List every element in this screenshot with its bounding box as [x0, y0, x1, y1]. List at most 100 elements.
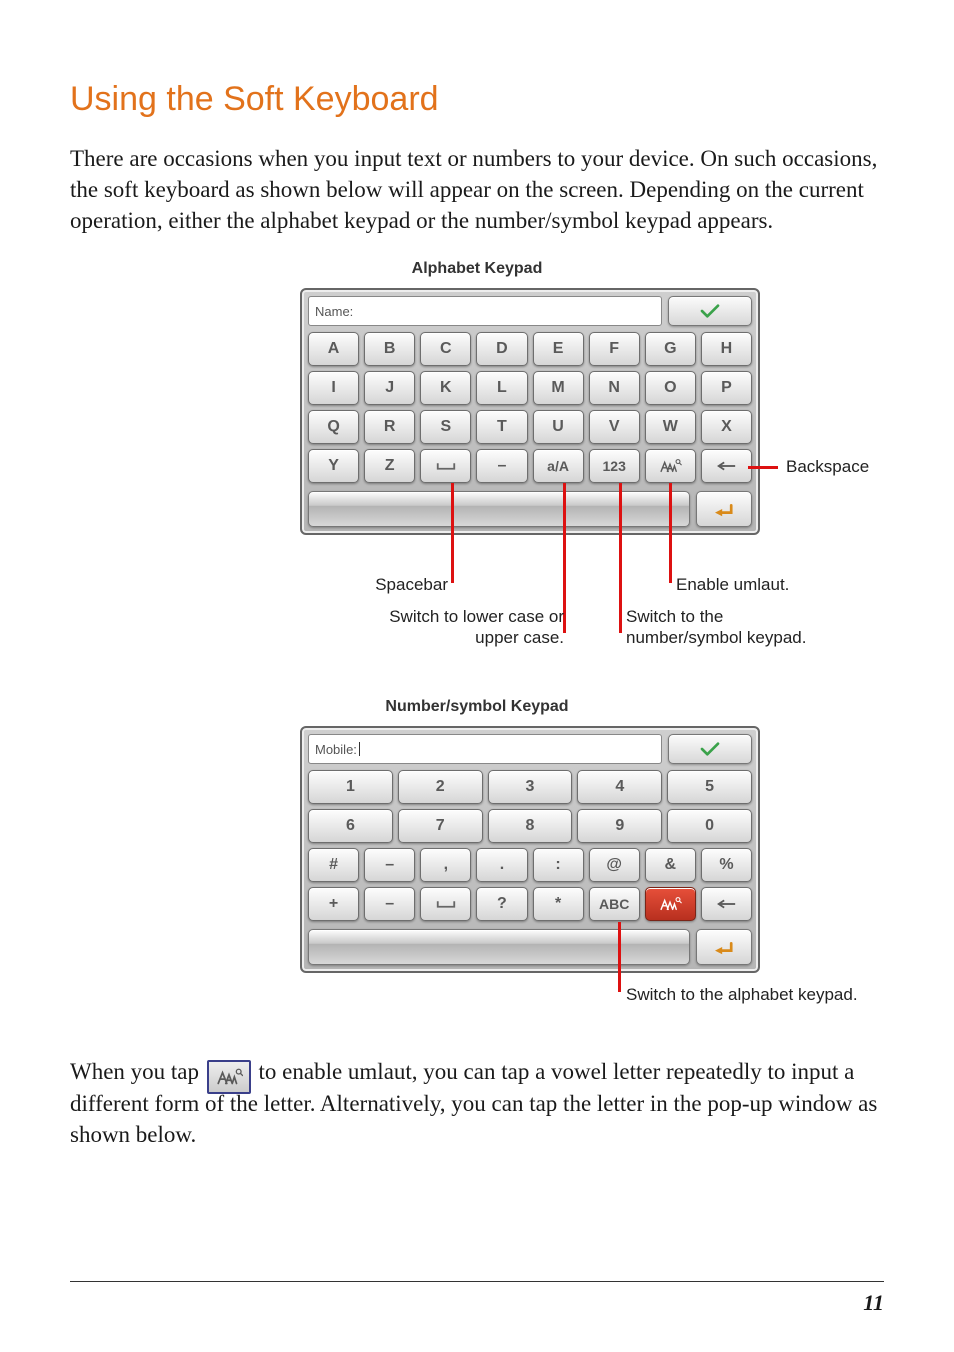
key-z[interactable]: Z — [364, 449, 415, 483]
name-input[interactable]: Name: — [308, 296, 662, 326]
key-d[interactable]: D — [476, 332, 527, 366]
key-minus[interactable]: – — [364, 887, 415, 921]
key-l[interactable]: L — [476, 371, 527, 405]
key-3[interactable]: 3 — [488, 770, 573, 804]
key-umlaut[interactable] — [645, 449, 696, 483]
undo-button[interactable] — [696, 491, 752, 527]
key-x[interactable]: X — [701, 410, 752, 444]
undo-button[interactable] — [696, 929, 752, 965]
key-ampersand[interactable]: & — [645, 848, 696, 882]
key-colon[interactable]: : — [533, 848, 584, 882]
trailing-paragraph: When you tap to enable umlaut, you can t… — [70, 1056, 884, 1150]
key-switch-alpha[interactable]: ABC — [589, 887, 640, 921]
confirm-button[interactable] — [668, 296, 752, 326]
key-comma[interactable]: , — [420, 848, 471, 882]
trailing-pre: When you tap — [70, 1059, 205, 1084]
key-h[interactable]: H — [701, 332, 752, 366]
check-icon — [699, 303, 721, 319]
key-question[interactable]: ? — [476, 887, 527, 921]
callout-line — [619, 483, 622, 633]
key-f[interactable]: F — [589, 332, 640, 366]
mobile-input[interactable]: Mobile: — [308, 734, 662, 764]
key-percent[interactable]: % — [701, 848, 752, 882]
key-1[interactable]: 1 — [308, 770, 393, 804]
key-backspace[interactable] — [701, 887, 752, 921]
caption-numsym: Number/symbol Keypad — [70, 698, 884, 716]
key-m[interactable]: M — [533, 371, 584, 405]
key-dash[interactable]: – — [476, 449, 527, 483]
key-6[interactable]: 6 — [308, 809, 393, 843]
name-input-label: Name: — [315, 304, 353, 319]
callout-line — [669, 483, 672, 583]
key-g[interactable]: G — [645, 332, 696, 366]
key-y[interactable]: Y — [308, 449, 359, 483]
space-icon — [435, 898, 457, 910]
callout-line — [748, 466, 778, 469]
key-i[interactable]: I — [308, 371, 359, 405]
key-p[interactable]: P — [701, 371, 752, 405]
key-space[interactable] — [420, 449, 471, 483]
footer-rule — [70, 1281, 884, 1282]
callout-line — [618, 922, 621, 992]
key-k[interactable]: K — [420, 371, 471, 405]
check-icon — [699, 741, 721, 757]
key-a[interactable]: A — [308, 332, 359, 366]
callout-spacebar: Spacebar — [358, 574, 448, 595]
undo-arrow-icon — [711, 938, 737, 956]
alphabet-keypad: Name: A B C D E F G H I J K — [300, 288, 760, 535]
key-endash[interactable]: – — [364, 848, 415, 882]
umlaut-icon-inline — [207, 1060, 251, 1094]
key-5[interactable]: 5 — [667, 770, 752, 804]
backspace-arrow-icon — [715, 898, 737, 910]
callout-numpad: Switch to the number/symbol keypad. — [626, 606, 826, 649]
key-t[interactable]: T — [476, 410, 527, 444]
callout-umlaut: Enable umlaut. — [676, 574, 789, 595]
key-space[interactable] — [420, 887, 471, 921]
umlaut-icon — [658, 458, 682, 474]
key-switch-numpad[interactable]: 123 — [589, 449, 640, 483]
callout-case: Switch to lower case or upper case. — [364, 606, 564, 649]
key-9[interactable]: 9 — [577, 809, 662, 843]
key-w[interactable]: W — [645, 410, 696, 444]
mobile-input-label: Mobile: — [315, 742, 357, 757]
callout-switch-alpha: Switch to the alphabet keypad. — [626, 984, 858, 1005]
callout-backspace: Backspace — [786, 456, 869, 477]
space-icon — [435, 460, 457, 472]
key-s[interactable]: S — [420, 410, 471, 444]
page-number: 11 — [863, 1290, 884, 1316]
intro-paragraph: There are occasions when you input text … — [70, 143, 884, 236]
key-r[interactable]: R — [364, 410, 415, 444]
key-at[interactable]: @ — [589, 848, 640, 882]
key-umlaut-disabled[interactable] — [645, 887, 696, 921]
callout-line — [451, 483, 454, 583]
key-hash[interactable]: # — [308, 848, 359, 882]
text-cursor — [359, 742, 360, 756]
undo-arrow-icon — [711, 500, 737, 518]
key-o[interactable]: O — [645, 371, 696, 405]
key-2[interactable]: 2 — [398, 770, 483, 804]
key-q[interactable]: Q — [308, 410, 359, 444]
key-b[interactable]: B — [364, 332, 415, 366]
page-title: Using the Soft Keyboard — [70, 80, 884, 119]
numsym-keypad: Mobile: 1 2 3 4 5 6 7 8 9 0 — [300, 726, 760, 973]
key-c[interactable]: C — [420, 332, 471, 366]
key-8[interactable]: 8 — [488, 809, 573, 843]
key-4[interactable]: 4 — [577, 770, 662, 804]
key-e[interactable]: E — [533, 332, 584, 366]
caption-alphabet: Alphabet Keypad — [70, 260, 884, 278]
key-case-toggle[interactable]: a/A — [533, 449, 584, 483]
key-plus[interactable]: + — [308, 887, 359, 921]
umlaut-off-icon — [658, 896, 682, 912]
key-7[interactable]: 7 — [398, 809, 483, 843]
key-v[interactable]: V — [589, 410, 640, 444]
key-asterisk[interactable]: * — [533, 887, 584, 921]
key-period[interactable]: . — [476, 848, 527, 882]
key-backspace[interactable] — [701, 449, 752, 483]
key-n[interactable]: N — [589, 371, 640, 405]
key-0[interactable]: 0 — [667, 809, 752, 843]
confirm-button[interactable] — [668, 734, 752, 764]
suggestion-bar[interactable] — [308, 929, 690, 965]
suggestion-bar[interactable] — [308, 491, 690, 527]
key-u[interactable]: U — [533, 410, 584, 444]
key-j[interactable]: J — [364, 371, 415, 405]
